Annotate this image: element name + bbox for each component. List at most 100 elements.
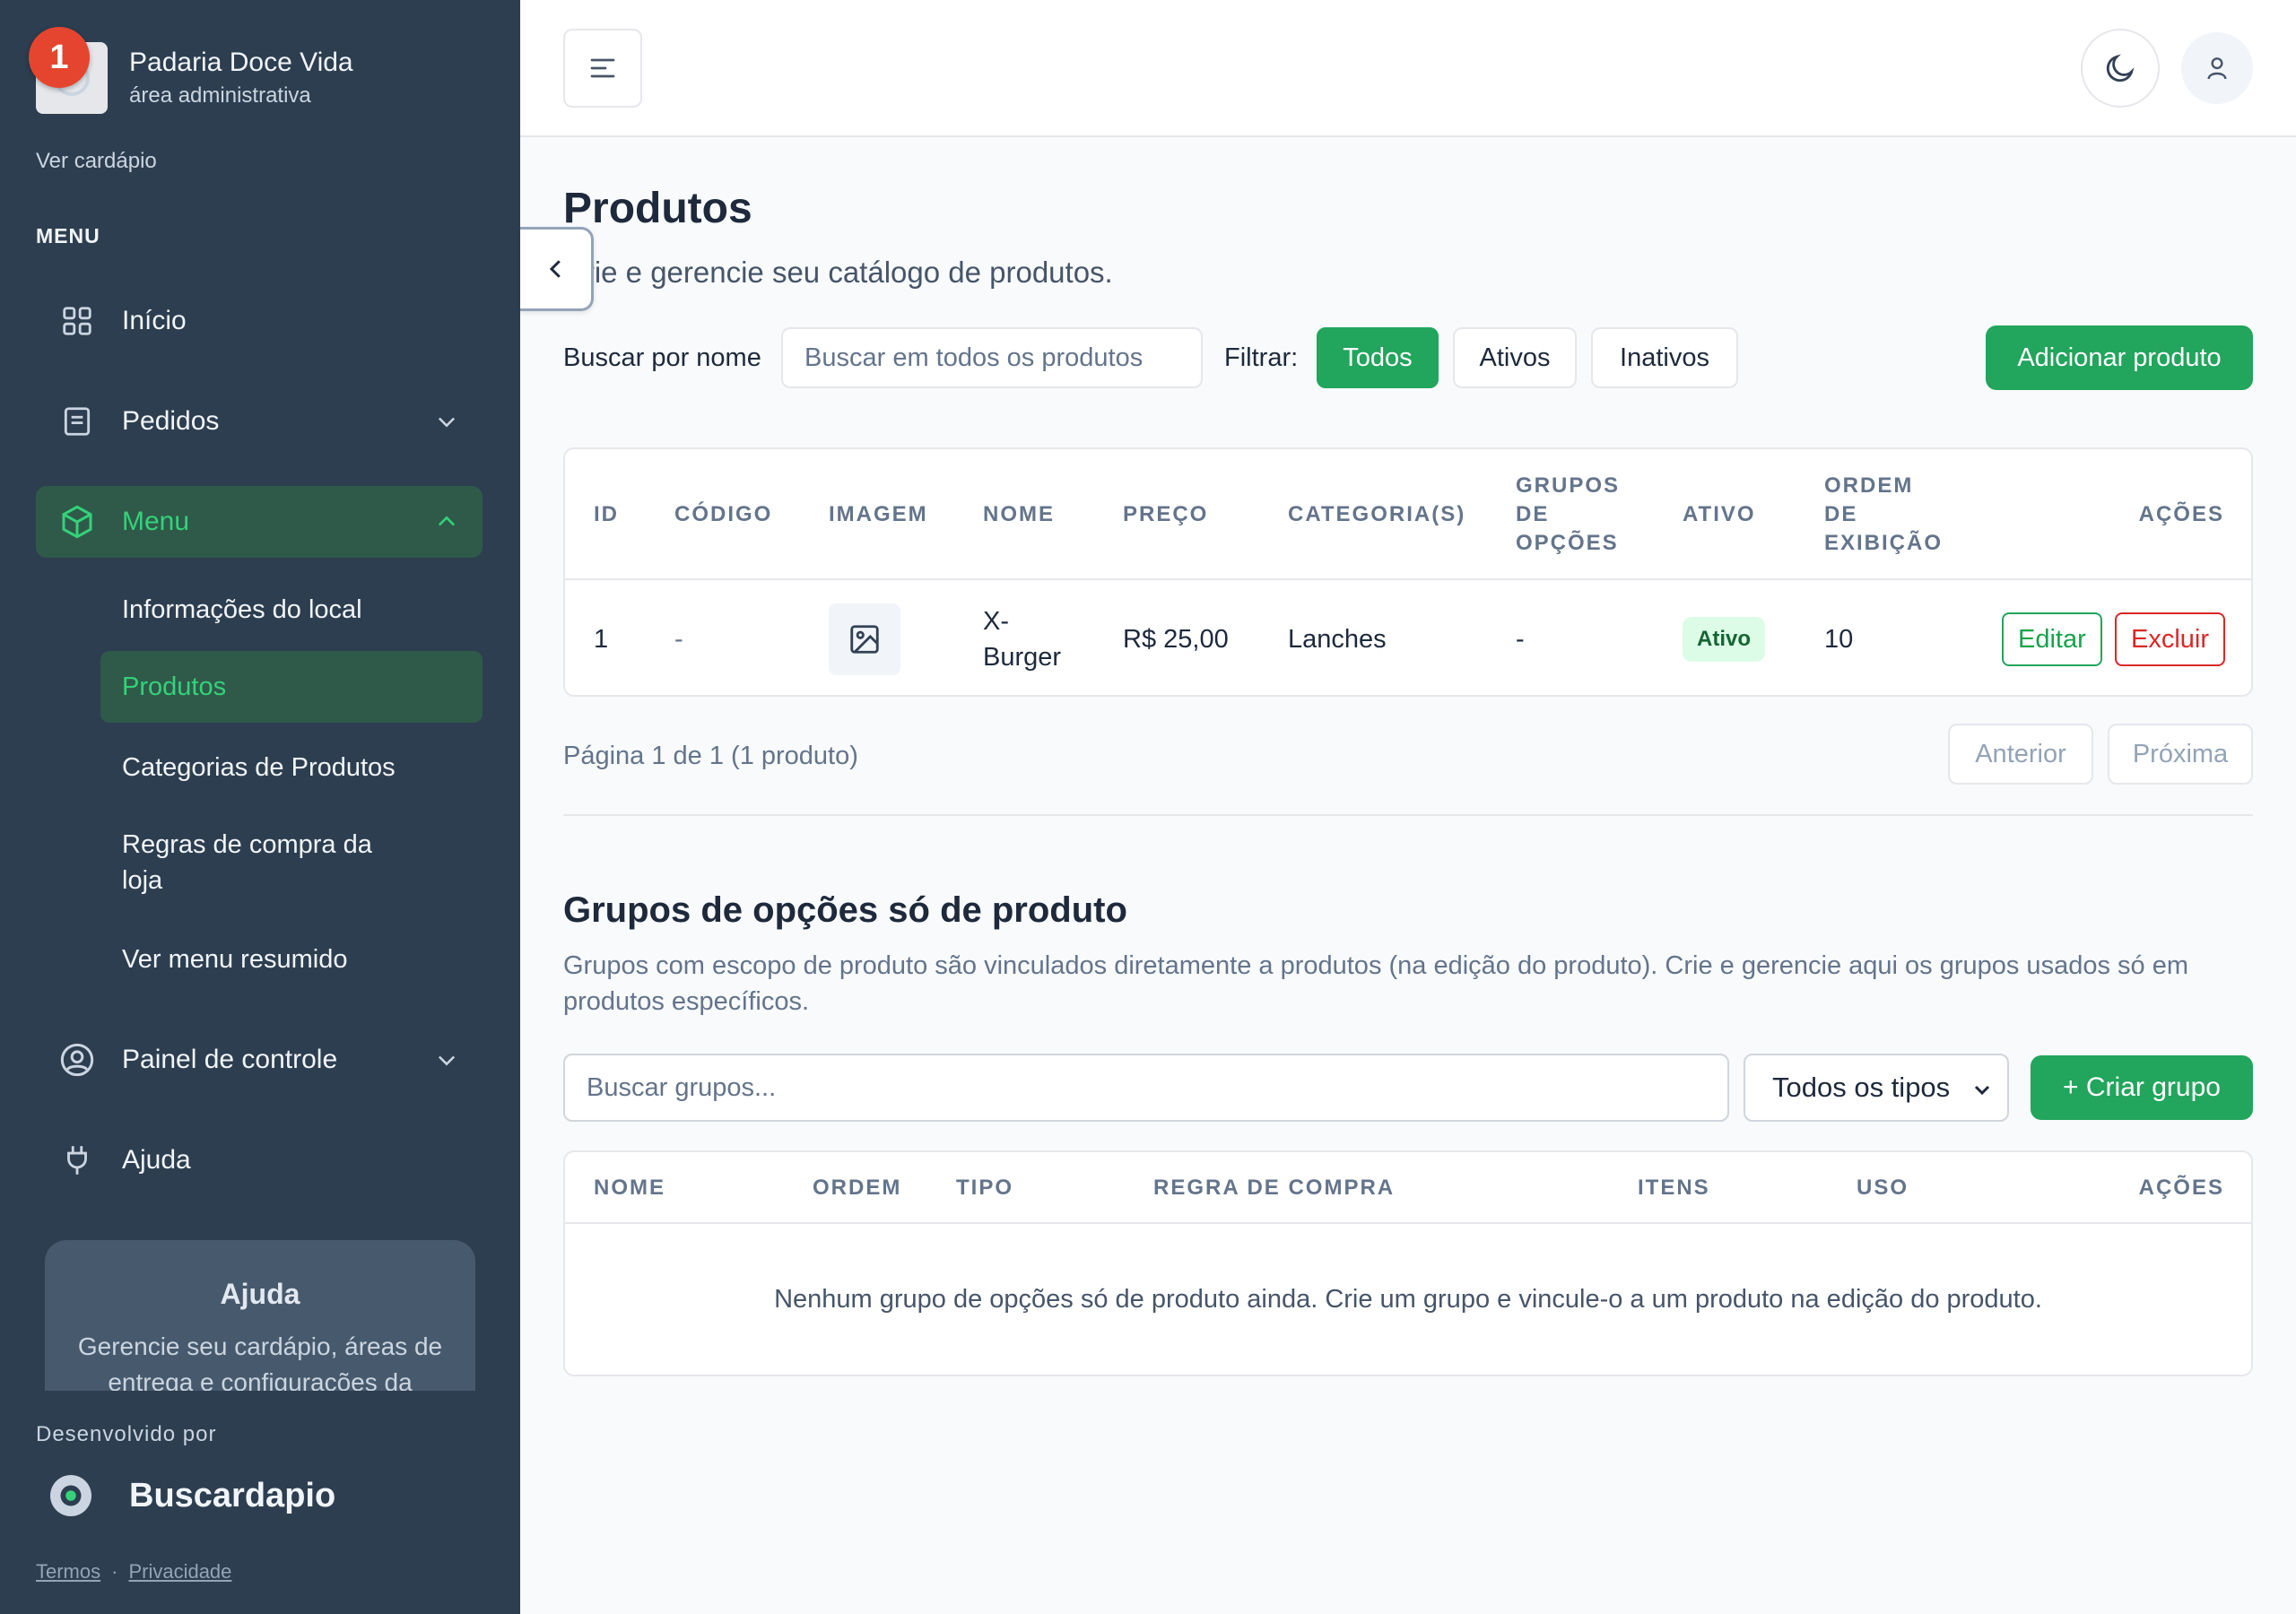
cell-nome-line1: X- [983, 607, 1009, 636]
column-header: ID [594, 502, 619, 526]
privacy-link[interactable]: Privacidade [128, 1560, 231, 1583]
chevron-left-icon [549, 260, 561, 278]
table-row[interactable]: 1 - X- Burger R$ 25,00 Lanches - Ativo 1… [565, 582, 2251, 695]
sidebar-subitem-info-local[interactable]: Informações do local [100, 588, 483, 631]
status-badge: Ativo [1683, 617, 1765, 662]
sidebar-subitem-regras[interactable]: Regras de compra da loja [100, 826, 405, 899]
view-menu-link[interactable]: Ver cardápio [36, 149, 157, 174]
legal-separator: · [111, 1560, 118, 1583]
help-card: Ajuda Gerencie seu cardápio, áreas de en… [45, 1240, 475, 1391]
user-menu-button[interactable] [2181, 32, 2253, 104]
column-header: ATIVO [1683, 502, 1756, 526]
column-header: USO [1857, 1176, 1909, 1200]
sidebar-item-label: Menu [122, 507, 190, 536]
column-header: NOME [594, 1176, 665, 1200]
sidebar-subitem-produtos[interactable]: Produtos [100, 651, 483, 723]
products-table: ID CÓDIGO IMAGEM NOME PREÇO CATEGORIA(S)… [563, 447, 2253, 697]
sidebar-subitem-menu-resumido[interactable]: Ver menu resumido [100, 938, 483, 981]
user-circle-icon [59, 1042, 95, 1078]
groups-empty-message: Nenhum grupo de opções só de produto ain… [774, 1285, 2042, 1314]
theme-toggle-button[interactable] [2081, 29, 2160, 108]
column-header: EXIBIÇÃO [1824, 531, 1944, 555]
receipt-icon [59, 404, 95, 439]
sidebar-item-label: Painel de controle [122, 1045, 338, 1074]
grid-icon [59, 303, 95, 339]
help-card-title: Ajuda [220, 1278, 300, 1310]
product-image-placeholder[interactable] [829, 603, 900, 675]
search-label: Buscar por nome [563, 343, 761, 372]
column-header: NOME [983, 502, 1055, 526]
filter-inativos-button[interactable]: Inativos [1591, 327, 1738, 388]
delete-product-button[interactable]: Excluir [2115, 612, 2226, 666]
group-type-select-value: Todos os tipos [1772, 1072, 1951, 1103]
edit-product-button[interactable]: Editar [2002, 612, 2102, 666]
box-icon [59, 504, 95, 540]
column-header: AÇÕES [2138, 1176, 2224, 1200]
cell-preco: R$ 25,00 [1123, 625, 1229, 654]
filter-todos-button[interactable]: Todos [1317, 327, 1439, 388]
collapse-sidebar-button[interactable] [520, 227, 594, 311]
filter-label: Filtrar: [1224, 343, 1299, 372]
filter-ativos-button[interactable]: Ativos [1453, 327, 1577, 388]
image-icon [850, 625, 879, 654]
buscardapio-logo-icon [50, 1475, 91, 1516]
hamburger-icon [590, 58, 615, 78]
sidebar-item-label: Ajuda [122, 1145, 191, 1175]
section-divider [563, 814, 2253, 816]
group-type-select[interactable]: Todos os tipos [1744, 1054, 2009, 1122]
sidebar: 1 Padaria Doce Vida área administrativa … [0, 0, 520, 1614]
brand-subtitle: área administrativa [129, 83, 311, 108]
chevron-down-icon [438, 417, 456, 428]
column-header: ORDEM [1824, 473, 1914, 498]
column-header: CATEGORIA(S) [1288, 502, 1466, 526]
column-header: GRUPOS [1516, 473, 1621, 498]
column-header: DE [1824, 502, 1858, 526]
groups-section-description: Grupos com escopo de produto são vincula… [563, 951, 2188, 1016]
pagination-info: Página 1 de 1 (1 produto) [563, 742, 858, 770]
add-product-button[interactable]: Adicionar produto [1986, 325, 2253, 390]
sidebar-item-ajuda[interactable]: Ajuda [36, 1124, 483, 1196]
brand-name: Padaria Doce Vida [129, 48, 353, 77]
chevron-down-icon [438, 1055, 456, 1066]
help-card-text: Gerencie seu cardápio, áreas de entrega … [77, 1332, 443, 1391]
sidebar-item-inicio[interactable]: Início [36, 285, 483, 357]
sidebar-item-painel[interactable]: Painel de controle [36, 1024, 483, 1096]
column-header: REGRA DE COMPRA [1153, 1176, 1396, 1200]
column-header: OPÇÕES [1516, 531, 1619, 555]
chevron-up-icon [438, 516, 456, 526]
create-group-button[interactable]: + Criar grupo [2031, 1055, 2253, 1120]
next-page-button[interactable]: Próxima [2108, 724, 2253, 785]
previous-page-button[interactable]: Anterior [1948, 724, 2093, 785]
cell-grupos: - [1516, 625, 1525, 654]
legal-links: Termos · Privacidade [36, 1560, 231, 1584]
cell-id: 1 [594, 625, 609, 654]
sidebar-item-pedidos[interactable]: Pedidos [36, 386, 483, 457]
groups-section-title: Grupos de opções só de produto [563, 890, 1127, 930]
sidebar-item-menu[interactable]: Menu [36, 486, 483, 558]
menu-toggle-button[interactable] [563, 29, 642, 108]
menu-heading: MENU [36, 224, 100, 247]
cell-ordem: 10 [1824, 625, 1854, 654]
groups-table: NOME ORDEM TIPO REGRA DE COMPRA ITENS US… [563, 1150, 2253, 1376]
developer-name: Buscardapio [129, 1476, 336, 1514]
cell-categorias: Lanches [1288, 625, 1387, 654]
table-header: NOME ORDEM TIPO REGRA DE COMPRA ITENS US… [565, 1152, 2251, 1224]
user-icon [2207, 57, 2227, 80]
sidebar-item-label: Início [122, 306, 187, 335]
column-header: ORDEM [813, 1176, 902, 1200]
developed-by-label: Desenvolvido por [36, 1422, 217, 1446]
terms-link[interactable]: Termos [36, 1560, 100, 1583]
column-header: DE [1516, 502, 1550, 526]
cell-codigo: - [674, 625, 683, 654]
notification-badge[interactable]: 1 [29, 27, 90, 88]
sidebar-item-label: Pedidos [122, 406, 220, 436]
topbar [520, 0, 2296, 137]
column-header: PREÇO [1123, 502, 1209, 526]
column-header: TIPO [956, 1176, 1014, 1200]
sidebar-subitem-categorias[interactable]: Categorias de Produtos [100, 746, 483, 789]
developer-brand[interactable]: Buscardapio [50, 1475, 335, 1516]
product-search-input[interactable] [781, 327, 1203, 388]
page-subtitle: Crie e gerencie seu catálogo de produtos… [563, 256, 1113, 289]
column-header: IMAGEM [829, 502, 928, 526]
group-search-input[interactable] [563, 1054, 1729, 1122]
